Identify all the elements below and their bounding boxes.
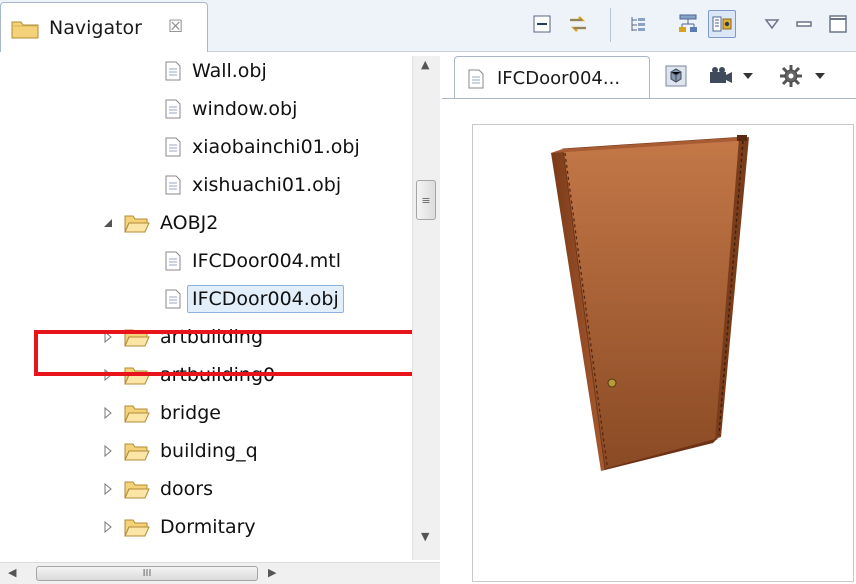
editor-tab-label: IFCDoor004...: [497, 68, 621, 89]
close-icon[interactable]: ☒: [168, 17, 183, 37]
tree-item-label: Dormitary: [160, 516, 256, 538]
collapse-all-icon[interactable]: [528, 10, 556, 38]
scrollbar-thumb[interactable]: ≡: [416, 180, 436, 220]
minimize-icon[interactable]: [790, 10, 818, 38]
model-editor: IFCDoor004...: [442, 52, 856, 584]
settings-icon[interactable]: [778, 62, 804, 90]
tree-item-folder[interactable]: bridge: [100, 394, 221, 432]
navigator-tab-label: Navigator: [49, 17, 142, 39]
door-model: [551, 135, 749, 471]
tree-item-folder[interactable]: doors: [100, 470, 213, 508]
tree-item-label: IFCDoor004.mtl: [192, 250, 342, 272]
collapsed-triangle-icon[interactable]: [100, 407, 116, 419]
open-folder-icon: [124, 403, 150, 423]
tree-item-label: IFCDoor004.obj: [187, 285, 344, 313]
vertical-scrollbar[interactable]: ▲ ≡ ▼: [412, 56, 440, 560]
selection-highlight-box: [34, 330, 417, 376]
collapsed-triangle-icon[interactable]: [100, 521, 116, 533]
tree-item-file[interactable]: xishuachi01.obj: [164, 166, 341, 204]
tree-item-label: xiaobainchi01.obj: [192, 136, 360, 158]
tree-item-label: AOBJ2: [160, 212, 219, 234]
file-icon: [467, 69, 485, 93]
collapsed-triangle-icon[interactable]: [100, 483, 116, 495]
toolbar-separator: [610, 8, 611, 42]
open-folder-icon: [124, 517, 150, 537]
tree-item-folder[interactable]: AOBJ2: [100, 204, 218, 242]
tree-item-file[interactable]: Wall.obj: [164, 52, 267, 90]
tree-item-file[interactable]: IFCDoor004.mtl: [164, 242, 341, 280]
tree-item-label: bridge: [160, 402, 221, 424]
maximize-icon[interactable]: [824, 10, 852, 38]
open-folder-icon: [124, 479, 150, 499]
view-mode-icon[interactable]: [708, 10, 736, 38]
file-icon: [164, 99, 182, 119]
collapsed-triangle-icon[interactable]: [100, 445, 116, 457]
camera-icon[interactable]: [708, 62, 734, 90]
scroll-left-arrow-icon[interactable]: ◀: [8, 566, 16, 579]
tree-item-file[interactable]: window.obj: [164, 90, 297, 128]
file-icon: [164, 175, 182, 195]
expanded-triangle-icon[interactable]: [100, 217, 116, 229]
tree-item-file[interactable]: xiaobainchi01.obj: [164, 128, 360, 166]
navigator-tab[interactable]: Navigator ☒: [0, 2, 208, 52]
open-folder-icon: [124, 213, 150, 233]
tab-divider: [442, 98, 856, 99]
tree-item-label: doors: [160, 478, 214, 500]
file-icon: [164, 61, 182, 81]
tree-item-folder[interactable]: Dormitary: [100, 508, 256, 546]
tree-item-label: xishuachi01.obj: [192, 174, 342, 196]
tree-item-label: window.obj: [192, 98, 298, 120]
scrollbar-thumb[interactable]: III: [36, 566, 258, 581]
tree-item-folder[interactable]: building_q: [100, 432, 258, 470]
open-folder-icon: [124, 441, 150, 461]
tree-item-file-selected[interactable]: IFCDoor004.obj: [164, 280, 344, 318]
horizontal-scrollbar[interactable]: ◀ III ▶: [0, 562, 440, 584]
link-with-editor-icon[interactable]: [564, 10, 592, 38]
cube-view-icon[interactable]: [664, 62, 688, 90]
file-icon: [164, 289, 182, 309]
editor-tab[interactable]: IFCDoor004...: [454, 56, 650, 98]
scroll-right-arrow-icon[interactable]: ▶: [268, 566, 276, 579]
top-bar: Navigator ☒: [0, 0, 856, 52]
folder-icon: [11, 19, 39, 43]
scroll-down-arrow-icon[interactable]: ▼: [421, 530, 429, 543]
file-icon: [164, 251, 182, 271]
3d-viewport[interactable]: [472, 124, 854, 582]
view-menu-icon[interactable]: [758, 10, 786, 38]
tree-item-label: Wall.obj: [192, 60, 267, 82]
hierarchy-icon[interactable]: [674, 10, 702, 38]
navigator-tree: Wall.obj window.obj xiaobainchi01.obj xi…: [0, 52, 440, 562]
scroll-up-arrow-icon[interactable]: ▲: [421, 58, 429, 71]
tree-item-label: building_q: [160, 440, 258, 462]
file-icon: [164, 137, 182, 157]
tree-layout-icon[interactable]: [624, 10, 652, 38]
dropdown-icon[interactable]: [742, 62, 754, 90]
dropdown-icon[interactable]: [814, 62, 826, 90]
